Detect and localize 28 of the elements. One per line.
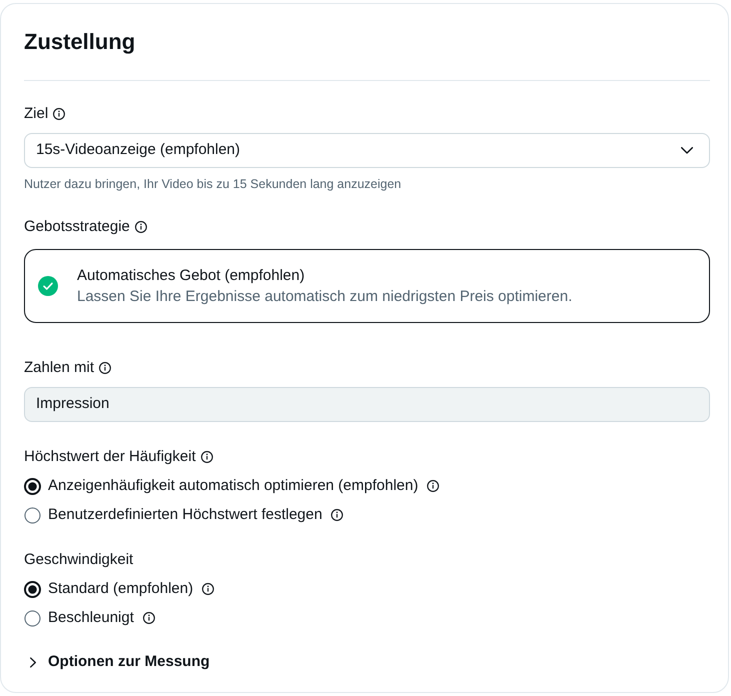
info-icon[interactable] xyxy=(202,583,214,595)
info-icon[interactable] xyxy=(427,480,440,492)
option-card[interactable]: Automatisches Gebot (empfohlen) Lassen Sie Ihre Ergebnisse automatisch zum niedrigsten Preis optimieren. xyxy=(24,249,710,323)
info-icon[interactable] xyxy=(142,612,155,624)
field-label: Ziel xyxy=(24,104,48,124)
option-title: Automatisches Gebot (empfohlen) xyxy=(77,266,306,286)
option-label: Anzeigenhäufigkeit automatisch optimieren (empfohlen) xyxy=(48,476,418,496)
radio-button[interactable] xyxy=(24,478,41,494)
info-icon[interactable] xyxy=(331,509,344,521)
field-label: Geschwindigkeit xyxy=(24,550,134,570)
dropdown[interactable]: 15s-Videoanzeige (empfohlen) xyxy=(24,133,710,168)
field-label: Höchstwert der Häufigkeit xyxy=(24,447,196,467)
field-label: Zahlen mit xyxy=(24,358,94,378)
info-icon[interactable] xyxy=(134,221,147,233)
radio-button[interactable] xyxy=(24,506,41,524)
option-label: Benutzerdefinierten Höchstwert festlegen xyxy=(48,505,322,525)
radio-button[interactable] xyxy=(24,580,41,598)
card-title: Zustellung xyxy=(24,28,136,56)
option-label: Standard (empfohlen) xyxy=(48,579,194,599)
option-label: Beschleunigt xyxy=(48,608,134,628)
hint-text: Nutzer dazu bringen, Ihr Video bis zu 15 Sekunden lang anzuzeigen xyxy=(24,176,402,192)
radio-button[interactable] xyxy=(24,610,41,626)
info-icon[interactable] xyxy=(200,451,213,463)
info-icon[interactable] xyxy=(53,108,66,120)
chevron-down-icon xyxy=(681,147,693,154)
field-label: Gebotsstrategie xyxy=(24,217,130,237)
option-description: Lassen Sie Ihre Ergebnisse automatisch zum niedrigsten Preis optimieren. xyxy=(77,287,572,307)
disclosure-button[interactable]: Optionen zur Messung xyxy=(24,652,210,672)
